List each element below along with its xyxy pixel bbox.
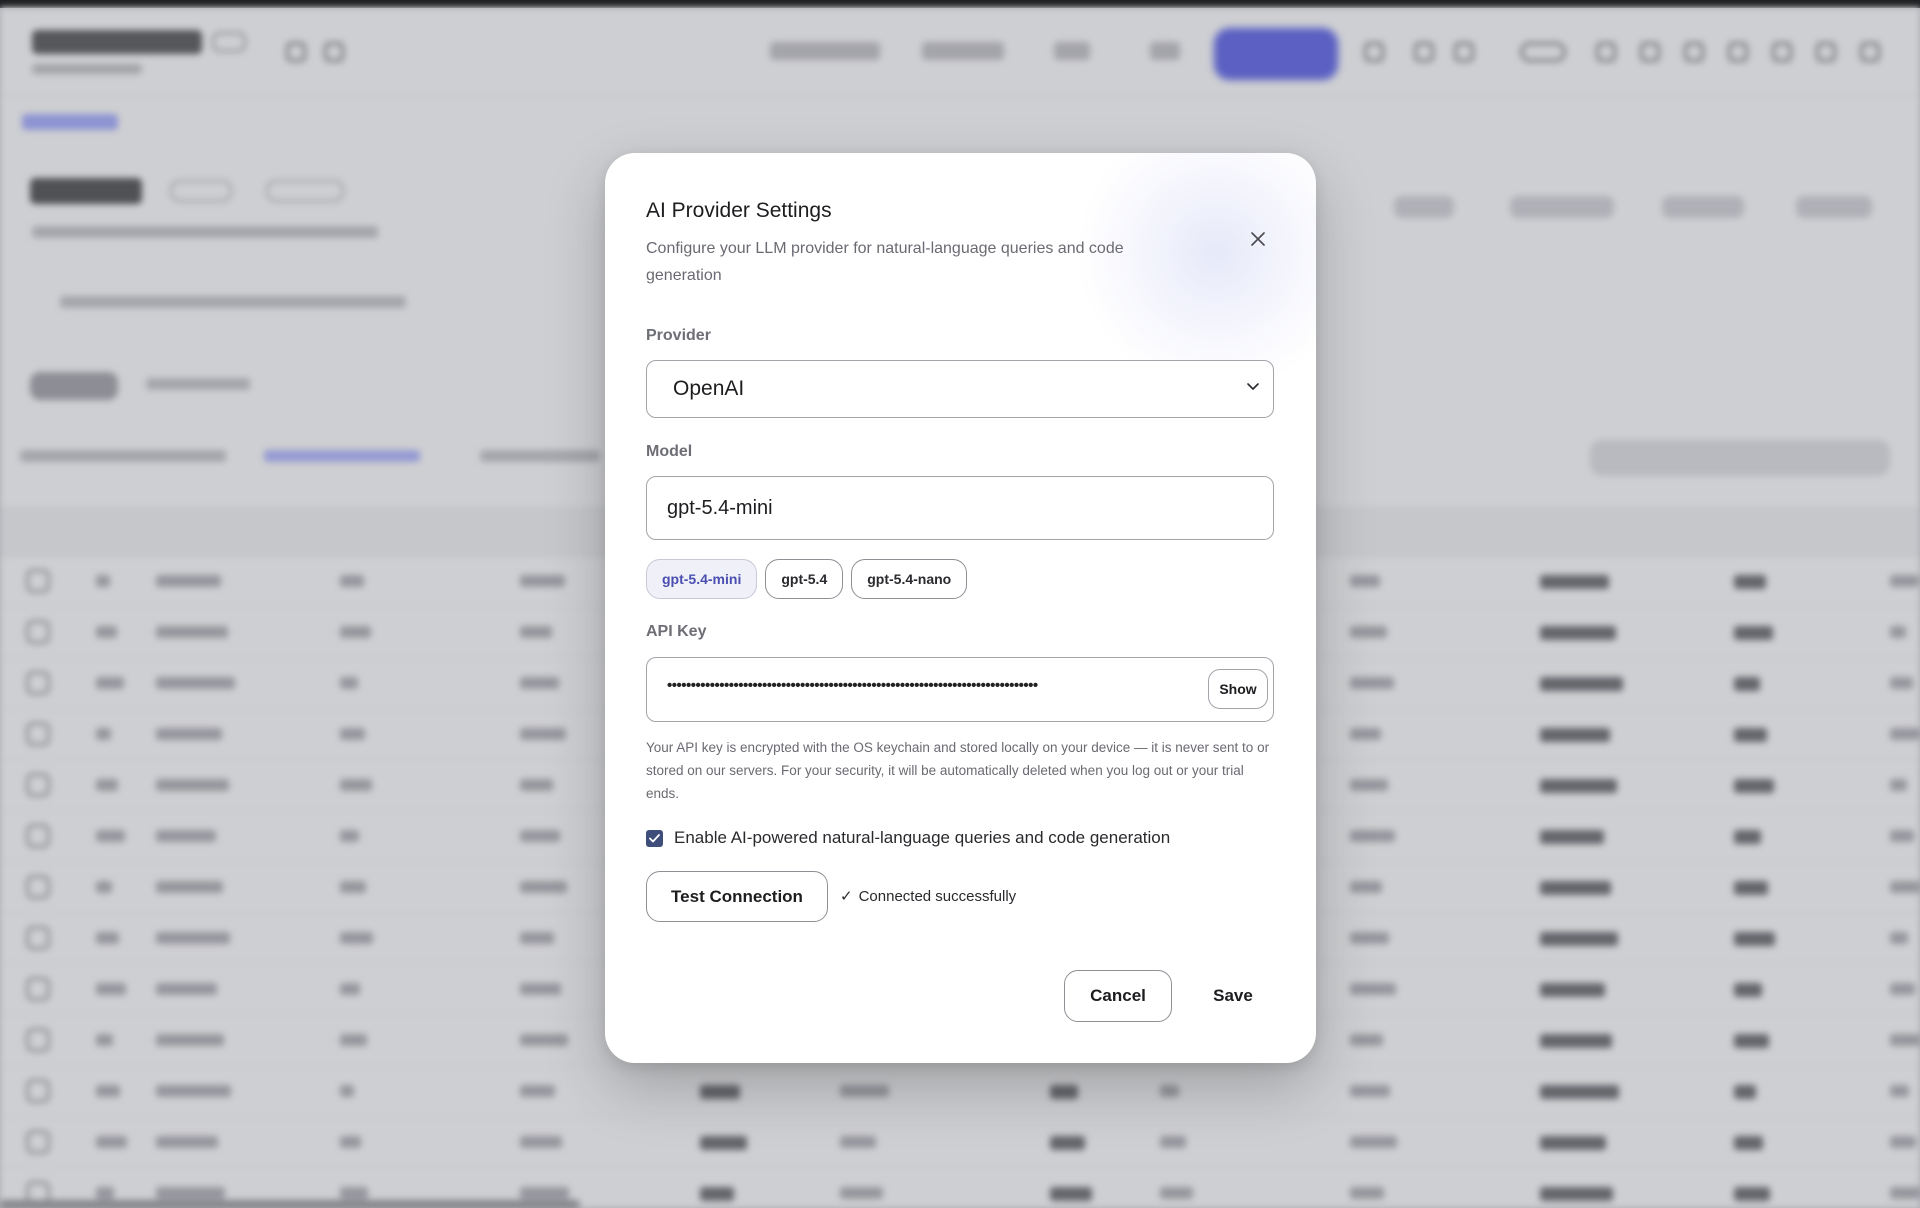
api-key-security-note: Your API key is encrypted with the OS ke… [646, 740, 1270, 801]
provider-label: Provider [646, 327, 711, 344]
enable-ai-checkbox[interactable] [646, 829, 663, 847]
cancel-button[interactable]: Cancel [1064, 970, 1172, 1022]
test-connection-button[interactable]: Test Connection [646, 871, 828, 922]
show-api-key-button[interactable]: Show [1208, 669, 1268, 709]
enable-ai-label: Enable AI-powered natural-language queri… [674, 828, 1171, 847]
close-icon [1251, 232, 1265, 246]
connection-status-text: Connected successfully [858, 887, 1017, 905]
api-key-field[interactable]: ••••••••••••••••••••••••••••••••••••••••… [646, 657, 1274, 722]
save-button[interactable]: Save [1192, 970, 1274, 1022]
dialog-description: Configure your LLM provider for natural-… [646, 240, 1124, 284]
window-top-strip [0, 0, 1920, 8]
dialog-title: AI Provider Settings [646, 199, 832, 222]
api-key-label: API Key [646, 623, 707, 640]
model-suggestion-chip[interactable]: gpt-5.4-nano [851, 559, 968, 599]
ai-provider-settings-dialog: AI Provider Settings Configure your LLM … [605, 153, 1316, 1063]
check-icon: ✓ [840, 888, 853, 905]
provider-selected-value: OpenAI [673, 377, 745, 400]
enable-ai-row: Enable AI-powered natural-language queri… [646, 828, 1170, 848]
close-button[interactable] [1242, 223, 1274, 255]
model-suggestion-chip[interactable]: gpt-5.4-mini [646, 559, 758, 599]
chevron-down-icon [1247, 383, 1259, 390]
provider-select[interactable]: OpenAI [646, 360, 1274, 418]
model-suggestion-chip[interactable]: gpt-5.4 [765, 559, 844, 599]
model-input[interactable] [646, 476, 1274, 540]
connection-status: ✓ Connected successfully [840, 887, 1017, 906]
model-suggestions: gpt-5.4-mini gpt-5.4 gpt-5.4-nano [646, 559, 968, 599]
model-label: Model [646, 443, 693, 460]
api-key-masked-value: ••••••••••••••••••••••••••••••••••••••••… [667, 677, 1038, 694]
checkmark-icon [649, 833, 660, 842]
